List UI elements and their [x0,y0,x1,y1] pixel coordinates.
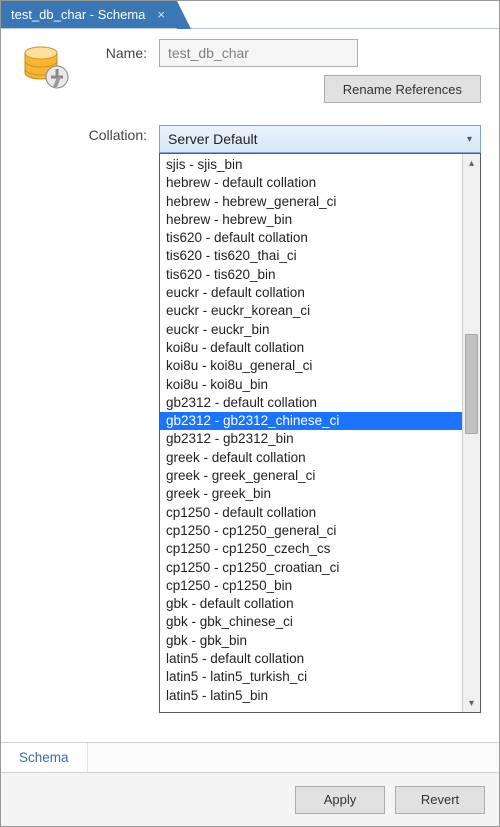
collation-option[interactable]: euckr - euckr_bin [160,321,462,339]
collation-option[interactable]: tis620 - default collation [160,229,462,247]
chevron-down-icon: ▾ [467,134,472,145]
collation-option[interactable]: cp1250 - cp1250_croatian_ci [160,559,462,577]
collation-option[interactable]: koi8u - koi8u_general_ci [160,357,462,375]
collation-option[interactable]: hebrew - hebrew_general_ci [160,193,462,211]
bottom-tab-strip: Schema [1,742,499,772]
tab-schema[interactable]: test_db_char - Schema × [1,1,177,28]
collation-option[interactable]: gbk - default collation [160,595,462,613]
collation-option[interactable]: sjis - sjis_bin [160,156,462,174]
close-icon[interactable]: × [155,8,167,22]
collation-option[interactable]: euckr - euckr_korean_ci [160,302,462,320]
collation-option[interactable]: hebrew - default collation [160,174,462,192]
apply-button[interactable]: Apply [295,786,385,814]
rename-references-button[interactable]: Rename References [324,75,481,103]
collation-option[interactable]: tis620 - tis620_bin [160,266,462,284]
button-bar: Apply Revert [1,772,499,826]
collation-option[interactable]: gbk - gbk_chinese_ci [160,613,462,631]
collation-option[interactable]: latin5 - default collation [160,650,462,668]
collation-option[interactable]: latin5 - latin5_turkish_ci [160,668,462,686]
dropdown-scrollbar[interactable]: ▴ ▾ [462,154,480,712]
tab-strip: test_db_char - Schema × [1,1,499,29]
collation-label: Collation: [85,103,155,153]
collation-option[interactable]: hebrew - hebrew_bin [160,211,462,229]
content-area: Name: Rename References Collation: Serve… [1,29,499,153]
collation-option[interactable]: cp1250 - default collation [160,504,462,522]
scrollbar-thumb[interactable] [465,334,478,434]
collation-option[interactable]: tis620 - tis620_thai_ci [160,247,462,265]
bottom-tab-schema[interactable]: Schema [1,743,88,772]
collation-option[interactable]: greek - greek_general_ci [160,467,462,485]
revert-button[interactable]: Revert [395,786,485,814]
collation-dropdown[interactable]: sjis - sjis_binhebrew - default collatio… [159,153,481,713]
collation-option[interactable]: koi8u - koi8u_bin [160,376,462,394]
name-label: Name: [85,45,155,61]
collation-option[interactable]: euckr - default collation [160,284,462,302]
collation-option[interactable]: koi8u - default collation [160,339,462,357]
collation-combobox[interactable]: Server Default ▾ [159,125,481,153]
collation-option[interactable]: cp1250 - cp1250_general_ci [160,522,462,540]
collation-option[interactable]: latin5 - latin5_bin [160,687,462,705]
database-icon [19,39,81,103]
collation-option[interactable]: cp1250 - cp1250_bin [160,577,462,595]
scroll-down-icon[interactable]: ▾ [463,694,480,712]
collation-option[interactable]: greek - default collation [160,449,462,467]
tab-title: test_db_char - Schema [11,7,145,22]
collation-option[interactable]: gb2312 - gb2312_chinese_ci [160,412,462,430]
collation-option[interactable]: cp1250 - cp1250_czech_cs [160,540,462,558]
name-input[interactable] [159,39,358,67]
collation-option[interactable]: gbk - gbk_bin [160,632,462,650]
collation-option[interactable]: gb2312 - default collation [160,394,462,412]
scroll-up-icon[interactable]: ▴ [463,154,480,172]
collation-option[interactable]: gb2312 - gb2312_bin [160,430,462,448]
collation-selected-value: Server Default [168,131,257,147]
collation-option[interactable]: greek - greek_bin [160,485,462,503]
